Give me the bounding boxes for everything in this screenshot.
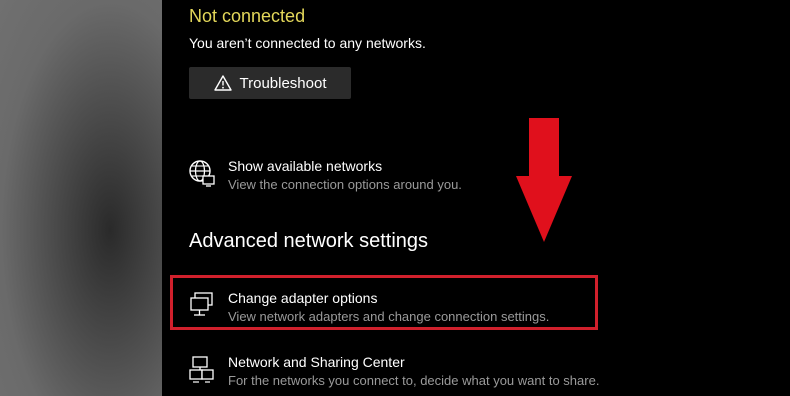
troubleshoot-button[interactable]: Troubleshoot [189,67,351,99]
network-sharing-center-link[interactable]: Network and Sharing Center For the netwo… [188,353,599,390]
status-title: Not connected [189,6,306,26]
sharing-description: For the networks you connect to, decide … [228,373,600,388]
warning-icon [213,75,232,91]
sharing-center-icon [188,355,216,383]
advanced-network-settings-heading: Advanced network settings [189,230,429,252]
down-arrow-icon [512,118,576,249]
sharing-title: Network and Sharing Center [228,354,405,370]
globe-network-icon [188,159,216,187]
left-background-panel [0,0,162,396]
troubleshoot-label: Troubleshoot [239,74,327,92]
status-description: You aren’t connected to any networks. [189,35,426,51]
highlight-box [170,275,598,330]
main-panel [162,0,790,396]
show-networks-description: View the connection options around you. [228,177,462,192]
show-networks-title: Show available networks [228,158,383,174]
show-available-networks-link[interactable]: Show available networks View the connect… [188,157,462,194]
